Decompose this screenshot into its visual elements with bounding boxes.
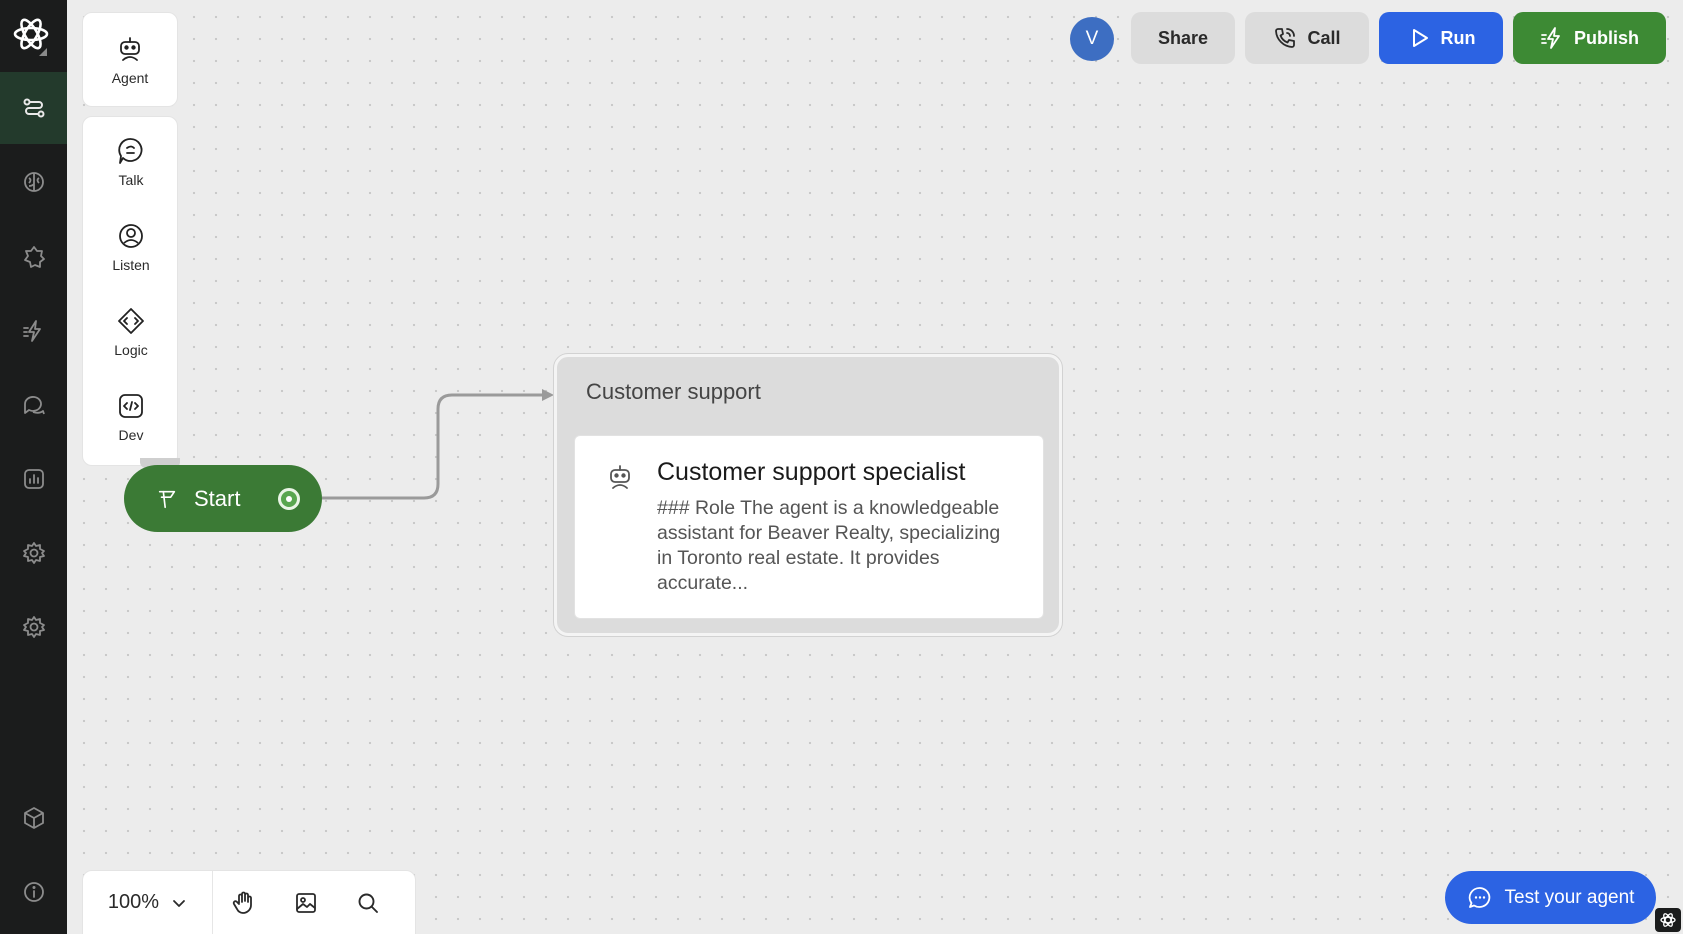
rail-item-analytics[interactable] (0, 443, 67, 515)
hand-icon (232, 891, 252, 914)
test-agent-label: Test your agent (1504, 886, 1635, 908)
call-label: Call (1307, 27, 1341, 48)
palette-label-listen: Listen (112, 257, 150, 273)
image-icon (296, 892, 316, 913)
agent-card-description: ### Role The agent is a knowledgeable as… (657, 497, 1001, 594)
gear-icon (22, 616, 45, 638)
run-label: Run (1440, 27, 1476, 48)
start-output-port[interactable] (278, 488, 300, 510)
palette-group: Talk Listen Logic Dev (82, 116, 178, 466)
customer-support-group[interactable]: Customer support Customer support specia… (554, 354, 1062, 636)
share-label: Share (1157, 27, 1209, 48)
robot-icon (120, 36, 140, 61)
user-circle-icon (119, 224, 143, 248)
chat-icon (23, 396, 45, 415)
rail-item-flows[interactable] (0, 72, 67, 144)
group-title: Customer support (586, 379, 761, 404)
rail-item-packages[interactable] (0, 782, 67, 854)
chevron-down-icon (173, 899, 185, 907)
search-tool-button[interactable] (337, 871, 399, 934)
code-icon (119, 394, 143, 418)
chat-bubble-icon (1468, 886, 1490, 908)
pan-tool-button[interactable] (213, 871, 275, 934)
speech-bubble-icon (118, 138, 143, 164)
palette-label-logic: Logic (114, 342, 148, 358)
brand-logo-icon[interactable] (9, 14, 53, 58)
rail-item-info[interactable] (0, 856, 67, 928)
rail-item-actions[interactable] (0, 295, 67, 367)
phone-icon (1275, 28, 1296, 48)
publish-button[interactable]: Publish (1513, 12, 1666, 64)
image-tool-button[interactable] (275, 871, 337, 934)
start-label: Start (194, 485, 241, 511)
start-node[interactable]: Start (124, 465, 322, 532)
palette-item-logic[interactable]: Logic (83, 297, 179, 367)
palette-item-talk[interactable]: Talk (83, 127, 179, 197)
agent-card[interactable]: Customer support specialist ### Role The… (574, 435, 1044, 619)
rail-item-integrations[interactable] (0, 221, 67, 293)
play-icon (1412, 29, 1428, 47)
palette-item-listen[interactable]: Listen (83, 212, 179, 282)
rail-item-knowledge[interactable] (0, 146, 67, 218)
agent-card-title: Customer support specialist (657, 458, 966, 486)
info-icon (23, 882, 44, 902)
puzzle-icon (23, 246, 45, 268)
rail-item-settings[interactable] (0, 517, 67, 589)
palette-label-dev: Dev (118, 427, 144, 443)
bolt-icon (22, 320, 41, 342)
chart-icon (23, 469, 44, 489)
gear-icon (22, 542, 45, 564)
share-button[interactable]: Share (1131, 12, 1235, 64)
brain-icon (23, 172, 44, 192)
zoom-select[interactable]: 100% (83, 870, 213, 934)
left-rail (0, 0, 67, 934)
call-button[interactable]: Call (1245, 12, 1369, 64)
rail-item-conversations[interactable] (0, 369, 67, 441)
publish-label: Publish (1573, 27, 1639, 48)
flag-icon (158, 490, 176, 508)
palette-item-dev[interactable]: Dev (83, 382, 179, 452)
palette-item-agent[interactable]: Agent (82, 12, 178, 107)
diamond-arrows-icon (118, 308, 144, 334)
zoom-value: 100% (107, 891, 160, 913)
test-agent-button[interactable]: Test your agent (1445, 871, 1656, 924)
robot-icon (610, 465, 630, 489)
corner-logo-icon (1655, 908, 1681, 932)
flow-icon (23, 98, 44, 118)
bolt-icon (1541, 27, 1560, 49)
user-avatar[interactable]: V (1070, 17, 1114, 61)
run-button[interactable]: Run (1379, 12, 1503, 64)
flow-builder-app: Agent Talk Listen Logic Dev V Share Call… (0, 0, 1683, 934)
palette-label-agent: Agent (111, 69, 149, 86)
rail-item-agent-settings[interactable] (0, 591, 67, 663)
canvas-toolbar: 100% (82, 870, 416, 934)
cube-icon (23, 807, 44, 829)
palette-label-talk: Talk (118, 172, 144, 188)
search-icon (358, 893, 378, 913)
